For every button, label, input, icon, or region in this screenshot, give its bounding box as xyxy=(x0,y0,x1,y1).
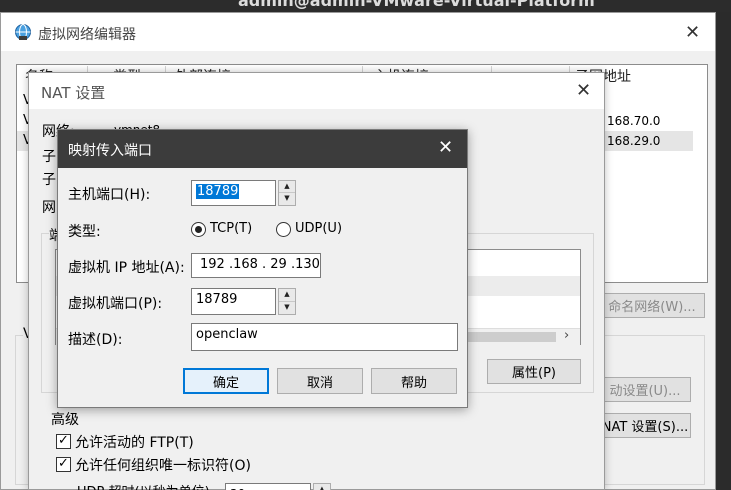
udp-radio[interactable] xyxy=(276,222,291,237)
port-mapping-dialog: 映射传入端口 ✕ 主机端口(H): 18789 ▲ ▼ 类型: TCP(T) UD… xyxy=(57,129,468,408)
vm-port-label: 虚拟机端口(P): xyxy=(68,296,163,312)
nat-close-icon[interactable]: ✕ xyxy=(576,80,591,101)
editor-close-icon[interactable]: ✕ xyxy=(685,22,700,43)
host-port-stepper[interactable]: ▲ ▼ xyxy=(278,180,296,206)
editor-title: 虚拟网络编辑器 xyxy=(38,27,136,43)
port-mapping-title-bar: 映射传入端口 ✕ xyxy=(58,130,467,168)
auto-settings-button[interactable]: 动设置(U)... xyxy=(599,377,691,402)
editor-title-bar: 虚拟网络编辑器 ✕ xyxy=(1,13,715,51)
tcp-radio[interactable] xyxy=(191,222,206,237)
ok-button[interactable]: 确定 xyxy=(183,368,269,394)
udp-timeout-stepper[interactable]: ▲▼ xyxy=(313,483,331,490)
advanced-label: 高级 xyxy=(51,412,79,428)
properties-button[interactable]: 属性(P) xyxy=(487,359,581,384)
host-port-value: 18789 xyxy=(196,184,240,199)
udp-timeout-label: UDP 超时(以秒为单位) xyxy=(77,481,210,490)
gateway-label: 网 xyxy=(42,200,56,216)
vm-port-input[interactable]: 18789 xyxy=(191,288,276,315)
vm-ip-input[interactable]: 192 .168 . 29 .130 xyxy=(191,253,321,278)
vm-port-stepper[interactable]: ▲ ▼ xyxy=(278,288,296,315)
desktop-title: admin@admin-VMware-Virtual-Platform xyxy=(238,0,595,10)
desc-label: 描述(D): xyxy=(68,332,123,348)
allow-ftp-checkbox[interactable]: ✓ xyxy=(56,434,71,449)
subnet-mask-label: 子 xyxy=(42,172,56,188)
udp-timeout-input[interactable]: 30 xyxy=(225,483,311,490)
network-globe-icon xyxy=(15,24,31,40)
desktop-title-bar: admin@admin-VMware-Virtual-Platform xyxy=(0,0,731,12)
nat-title-bar: NAT 设置 ✕ xyxy=(29,73,604,109)
host-port-label: 主机端口(H): xyxy=(68,187,151,203)
scroll-right-icon[interactable]: › xyxy=(564,328,569,343)
port-mapping-title: 映射传入端口 xyxy=(68,143,152,159)
nat-settings-button[interactable]: NAT 设置(S)... xyxy=(599,413,691,438)
subnet-ip-label: 子 xyxy=(42,149,56,165)
nat-title: NAT 设置 xyxy=(41,84,106,102)
rename-network-button[interactable]: 命名网络(W)... xyxy=(599,293,705,318)
help-button[interactable]: 帮助 xyxy=(371,368,457,394)
allow-uid-label[interactable]: 允许任何组织唯一标识符(O) xyxy=(75,455,251,475)
udp-label[interactable]: UDP(U) xyxy=(295,221,342,236)
allow-uid-checkbox[interactable]: ✓ xyxy=(56,457,71,472)
tcp-label[interactable]: TCP(T) xyxy=(210,221,252,236)
host-port-input[interactable]: 18789 xyxy=(191,180,276,206)
desc-input[interactable]: openclaw xyxy=(191,323,458,351)
allow-ftp-label[interactable]: 允许活动的 FTP(T) xyxy=(75,432,194,452)
cancel-button[interactable]: 取消 xyxy=(277,368,363,394)
port-mapping-close-icon[interactable]: ✕ xyxy=(438,137,453,158)
vm-ip-label: 虚拟机 IP 地址(A): xyxy=(68,260,185,276)
type-label: 类型: xyxy=(68,224,101,240)
